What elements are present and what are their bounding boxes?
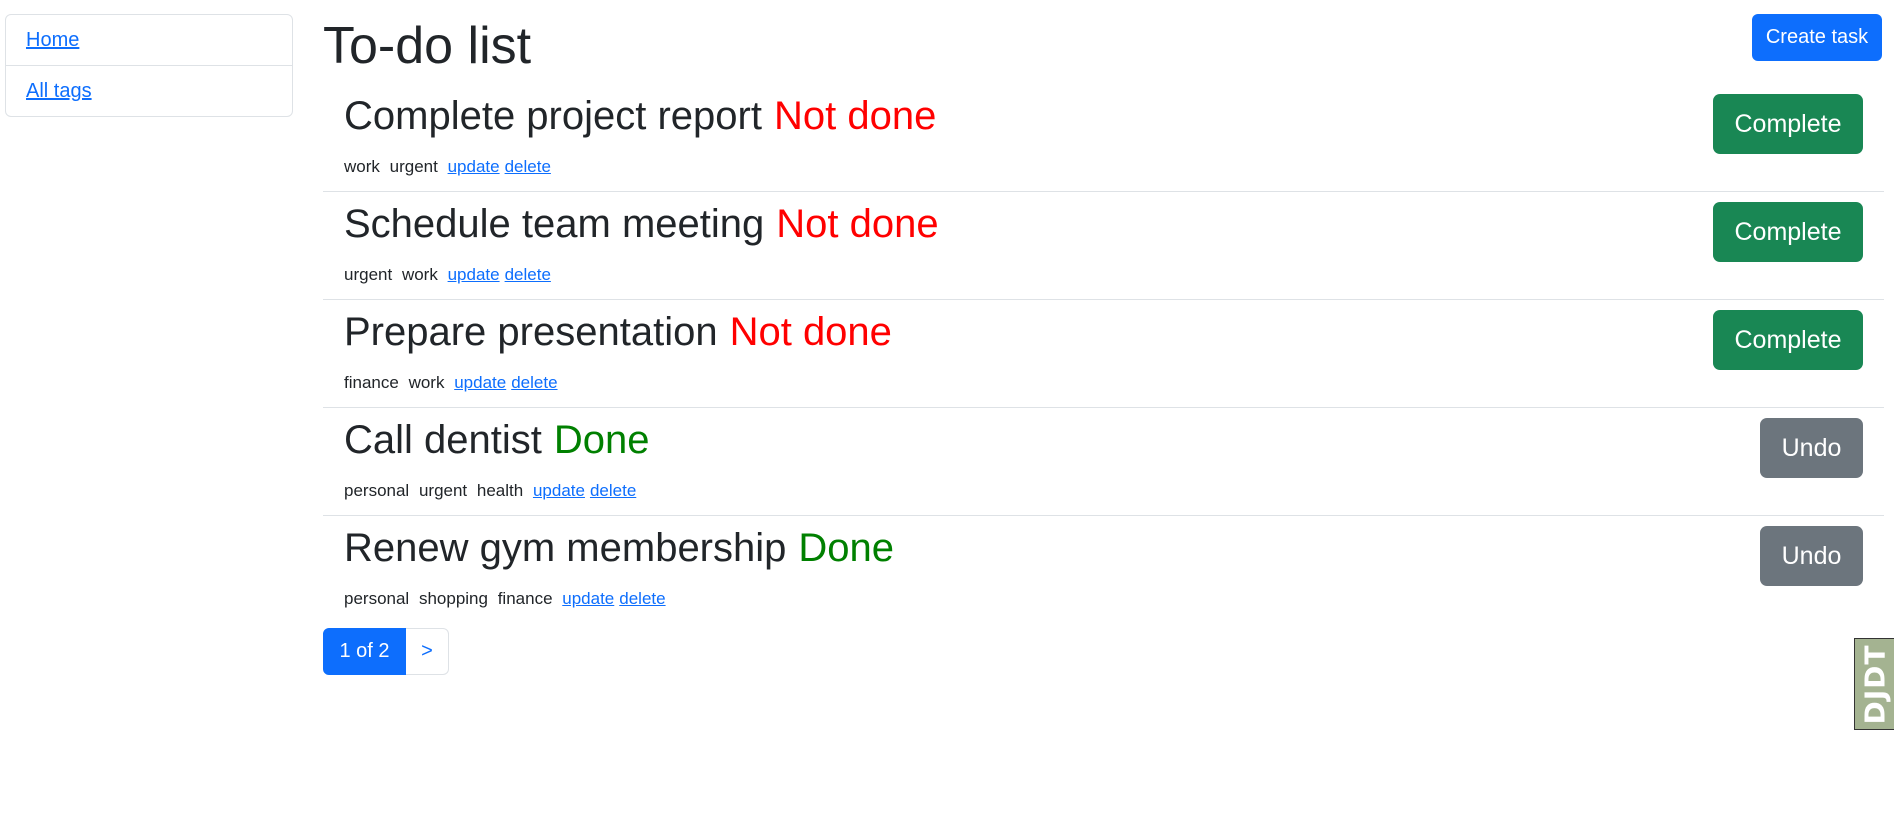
status-badge: Done [553, 418, 650, 462]
status-badge: Done [798, 526, 895, 570]
task-title: Prepare presentation Not done [344, 308, 892, 356]
task-title: Schedule team meeting Not done [344, 200, 939, 248]
sidebar: Home All tags [5, 14, 293, 117]
status-badge: Not done [729, 310, 892, 354]
delete-link[interactable]: delete [590, 481, 636, 500]
task-item: Prepare presentation Not done finance wor… [323, 300, 1884, 408]
task-meta: finance work update delete [344, 372, 558, 394]
tag: urgent [344, 265, 393, 284]
status-badge: Not done [773, 94, 937, 138]
status-badge: Not done [776, 202, 939, 246]
tag: urgent [389, 157, 438, 176]
task-title-text: Schedule team meeting [344, 202, 765, 246]
update-link[interactable]: update [448, 265, 500, 284]
create-task-button[interactable]: Create task [1752, 14, 1882, 61]
task-item: Call dentist Done personal urgent health … [323, 408, 1884, 516]
delete-link[interactable]: delete [505, 265, 551, 284]
next-page-button[interactable]: > [406, 628, 449, 675]
delete-link[interactable]: delete [511, 373, 557, 392]
task-title: Renew gym membership Done [344, 524, 894, 572]
task-item: Complete project report Not done work urg… [323, 84, 1884, 192]
page-title: To-do list [323, 17, 532, 75]
tag: personal [344, 481, 410, 500]
update-link[interactable]: update [533, 481, 585, 500]
task-item: Schedule team meeting Not done urgent wor… [323, 192, 1884, 300]
task-meta: work urgent update delete [344, 156, 551, 178]
update-link[interactable]: update [448, 157, 500, 176]
task-title: Call dentist Done [344, 416, 650, 464]
pagination: 1 of 2 > [323, 628, 449, 675]
debug-toolbar-handle[interactable]: DJDT [1854, 638, 1894, 730]
tag: finance [344, 373, 399, 392]
sidebar-item-home: Home [6, 15, 292, 65]
delete-link[interactable]: delete [619, 589, 665, 608]
update-link[interactable]: update [454, 373, 506, 392]
task-meta: urgent work update delete [344, 264, 551, 286]
tag: work [344, 157, 380, 176]
home-link[interactable]: Home [26, 29, 79, 52]
complete-button[interactable]: Complete [1713, 202, 1863, 262]
tag: work [408, 373, 445, 392]
task-item: Renew gym membership Done personal shoppi… [323, 516, 1884, 624]
complete-button[interactable]: Complete [1713, 94, 1863, 154]
tag: health [476, 481, 524, 500]
sidebar-item-all-tags: All tags [6, 65, 292, 116]
tag: finance [497, 589, 553, 608]
delete-link[interactable]: delete [505, 157, 551, 176]
undo-button[interactable]: Undo [1760, 418, 1863, 478]
complete-button[interactable]: Complete [1713, 310, 1863, 370]
undo-button[interactable]: Undo [1760, 526, 1863, 586]
task-title-text: Renew gym membership [344, 526, 787, 570]
all-tags-link[interactable]: All tags [26, 80, 92, 103]
task-title-text: Prepare presentation [344, 310, 718, 354]
task-title-text: Call dentist [344, 418, 542, 462]
task-meta: personal shopping finance update delete [344, 588, 666, 610]
task-meta: personal urgent health update delete [344, 480, 636, 502]
tag: shopping [418, 589, 488, 608]
task-title: Complete project report Not done [344, 92, 936, 140]
tag: work [401, 265, 438, 284]
debug-toolbar-label: DJDT [1858, 643, 1892, 725]
task-title-text: Complete project report [344, 94, 762, 138]
update-link[interactable]: update [562, 589, 614, 608]
tag: personal [344, 589, 410, 608]
current-page-indicator: 1 of 2 [323, 628, 406, 675]
tag: urgent [418, 481, 468, 500]
task-list: Complete project report Not done work urg… [323, 84, 1884, 624]
